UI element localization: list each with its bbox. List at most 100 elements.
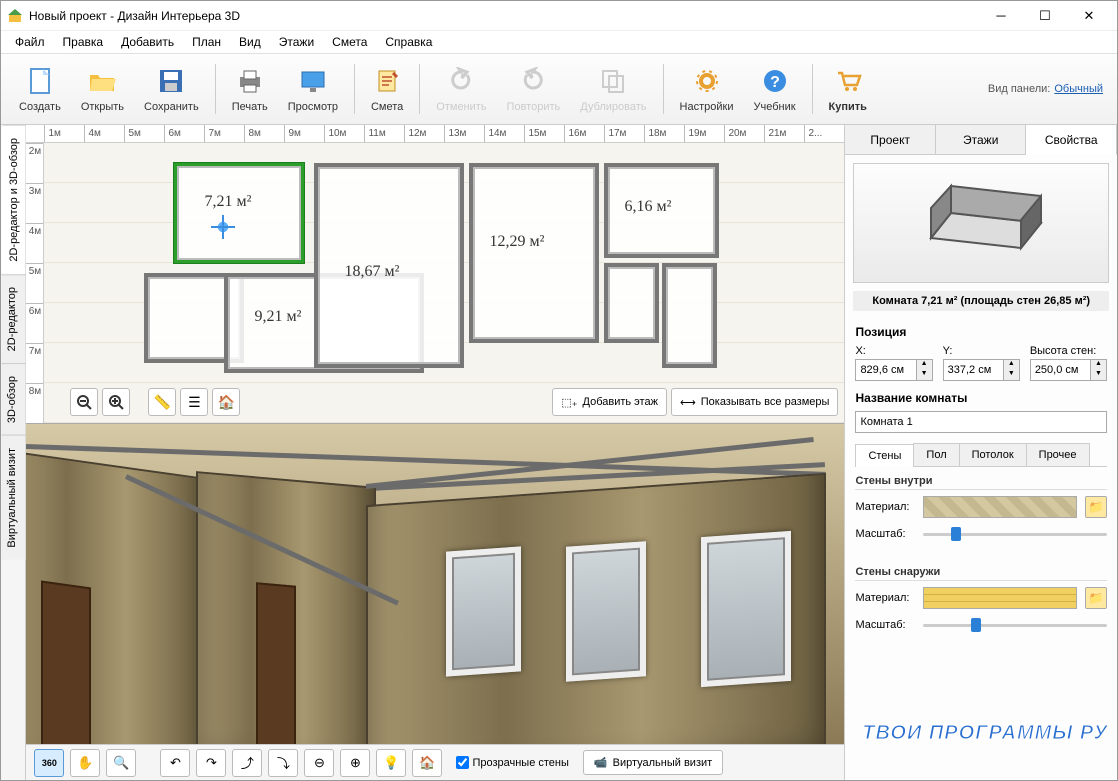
ruler-tool-button[interactable]: 📏: [148, 388, 176, 416]
y-input[interactable]: ▲▼: [943, 359, 1020, 381]
panel-mode-link[interactable]: Обычный: [1054, 83, 1103, 95]
save-button[interactable]: Сохранить: [134, 63, 209, 115]
plan-2d[interactable]: 2м3м4м5м6м7м8м 7,21 м² 9,21 м² 18,67 м² …: [26, 143, 844, 423]
plan-toolbar: 📏 ☰ 🏠 ⬚₊Добавить этаж ⟷Показывать все ра…: [70, 387, 838, 417]
material-inner-browse[interactable]: 📁: [1085, 496, 1107, 518]
room-caption: Комната 7,21 м² (площадь стен 26,85 м²): [853, 291, 1109, 311]
vtab-3d[interactable]: 3D-обзор: [1, 363, 25, 435]
folder-icon: 📁: [1089, 500, 1104, 514]
main: 2D-редактор и 3D-обзор 2D-редактор 3D-об…: [1, 125, 1117, 780]
menu-add[interactable]: Добавить: [113, 32, 182, 52]
rotate360-button[interactable]: 360: [34, 749, 64, 777]
printer-icon: [234, 65, 266, 97]
redo-button[interactable]: Повторить: [497, 63, 571, 115]
panel-mode: Вид панели:Обычный: [988, 83, 1109, 95]
vertical-tabs: 2D-редактор и 3D-обзор 2D-редактор 3D-об…: [1, 125, 26, 780]
tilt-up-button[interactable]: ⤴: [232, 749, 262, 777]
tab-project[interactable]: Проект: [845, 125, 936, 154]
subtab-floor[interactable]: Пол: [913, 443, 959, 466]
subtab-walls[interactable]: Стены: [855, 444, 914, 467]
tutorial-button[interactable]: ?Учебник: [743, 63, 805, 115]
menu-edit[interactable]: Правка: [55, 32, 112, 52]
redo-icon: [517, 65, 549, 97]
new-file-icon: [24, 65, 56, 97]
duplicate-button[interactable]: Дублировать: [570, 63, 656, 115]
monitor-icon: [297, 65, 329, 97]
transparent-walls-checkbox[interactable]: Прозрачные стены: [456, 756, 568, 769]
subtab-ceiling[interactable]: Потолок: [959, 443, 1027, 466]
tab-floors[interactable]: Этажи: [936, 125, 1027, 154]
preview-button[interactable]: Просмотр: [278, 63, 348, 115]
virtual-visit-button[interactable]: 📹Виртуальный визит: [583, 750, 723, 775]
vtab-virtual[interactable]: Виртуальный визит: [1, 435, 25, 560]
reset-view-button[interactable]: 🏠: [412, 749, 442, 777]
room-name-title: Название комнаты: [845, 385, 1117, 407]
help-icon: ?: [759, 65, 791, 97]
add-floor-icon: ⬚₊: [561, 396, 577, 409]
property-subtabs: Стены Пол Потолок Прочее: [855, 443, 1107, 467]
ruler-vertical: 2м3м4м5м6м7м8м: [26, 143, 44, 423]
undo-button[interactable]: Отменить: [426, 63, 496, 115]
pan-button[interactable]: ✋: [70, 749, 100, 777]
scale-outer-slider[interactable]: [923, 615, 1107, 635]
hand-icon: ✋: [77, 755, 93, 771]
rotate-right-button[interactable]: ↷: [196, 749, 226, 777]
room-selected[interactable]: [174, 163, 304, 263]
tilt-down-button[interactable]: ⤵: [268, 749, 298, 777]
magnifier-icon: 🔍: [113, 755, 129, 771]
minimize-button[interactable]: ─: [979, 2, 1023, 30]
rotate360-icon: 360: [42, 758, 57, 768]
estimate-button[interactable]: Смета: [361, 63, 413, 115]
titlebar: Новый проект - Дизайн Интерьера 3D ─ ☐ ✕: [1, 1, 1117, 31]
camera-icon: 📹: [594, 756, 608, 769]
gear-icon: [691, 65, 723, 97]
cart-icon: [832, 65, 864, 97]
menu-file[interactable]: Файл: [7, 32, 53, 52]
close-button[interactable]: ✕: [1067, 2, 1111, 30]
menu-plan[interactable]: План: [184, 32, 229, 52]
material-outer-browse[interactable]: 📁: [1085, 587, 1107, 609]
clipboard-icon: [371, 65, 403, 97]
align-button[interactable]: ☰: [180, 388, 208, 416]
settings-button[interactable]: Настройки: [670, 63, 744, 115]
vtab-2d[interactable]: 2D-редактор: [1, 274, 25, 363]
subtab-other[interactable]: Прочее: [1026, 443, 1090, 466]
menubar: Файл Правка Добавить План Вид Этажи Смет…: [1, 31, 1117, 53]
menu-view[interactable]: Вид: [231, 32, 269, 52]
material-outer-swatch[interactable]: [923, 587, 1077, 609]
buy-button[interactable]: Купить: [819, 63, 877, 115]
room-name-input[interactable]: [855, 411, 1107, 433]
vtab-2d-3d[interactable]: 2D-редактор и 3D-обзор: [1, 125, 25, 274]
add-floor-button[interactable]: ⬚₊Добавить этаж: [552, 388, 667, 416]
create-button[interactable]: Создать: [9, 63, 71, 115]
zoom-in-3d-button[interactable]: ⊕: [340, 749, 370, 777]
scale-inner-slider[interactable]: [923, 524, 1107, 544]
open-button[interactable]: Открыть: [71, 63, 134, 115]
move-handle-icon[interactable]: [214, 218, 232, 236]
home-button[interactable]: 🏠: [212, 388, 240, 416]
zoom-in-button[interactable]: [102, 388, 130, 416]
show-sizes-button[interactable]: ⟷Показывать все размеры: [671, 388, 838, 416]
print-button[interactable]: Печать: [222, 63, 278, 115]
room-3d-icon: [901, 178, 1061, 268]
x-input[interactable]: ▲▼: [855, 359, 932, 381]
menu-estimate[interactable]: Смета: [324, 32, 375, 52]
folder-open-icon: [86, 65, 118, 97]
menu-help[interactable]: Справка: [377, 32, 440, 52]
undo-icon: [445, 65, 477, 97]
height-input[interactable]: ▲▼: [1030, 359, 1107, 381]
rotate-left-button[interactable]: ↶: [160, 749, 190, 777]
sidebar: Проект Этажи Свойства Комната 7,21 м² (п…: [845, 125, 1117, 780]
zoom-out-button[interactable]: [70, 388, 98, 416]
tab-properties[interactable]: Свойства: [1026, 125, 1117, 155]
view-3d[interactable]: [26, 423, 844, 744]
svg-text:?: ?: [770, 74, 780, 91]
material-inner-swatch[interactable]: [923, 496, 1077, 518]
light-button[interactable]: 💡: [376, 749, 406, 777]
position-title: Позиция: [845, 319, 1117, 341]
menu-floors[interactable]: Этажи: [271, 32, 322, 52]
maximize-button[interactable]: ☐: [1023, 2, 1067, 30]
dimensions-icon: ⟷: [680, 396, 696, 409]
zoom-button[interactable]: 🔍: [106, 749, 136, 777]
zoom-out-3d-button[interactable]: ⊖: [304, 749, 334, 777]
